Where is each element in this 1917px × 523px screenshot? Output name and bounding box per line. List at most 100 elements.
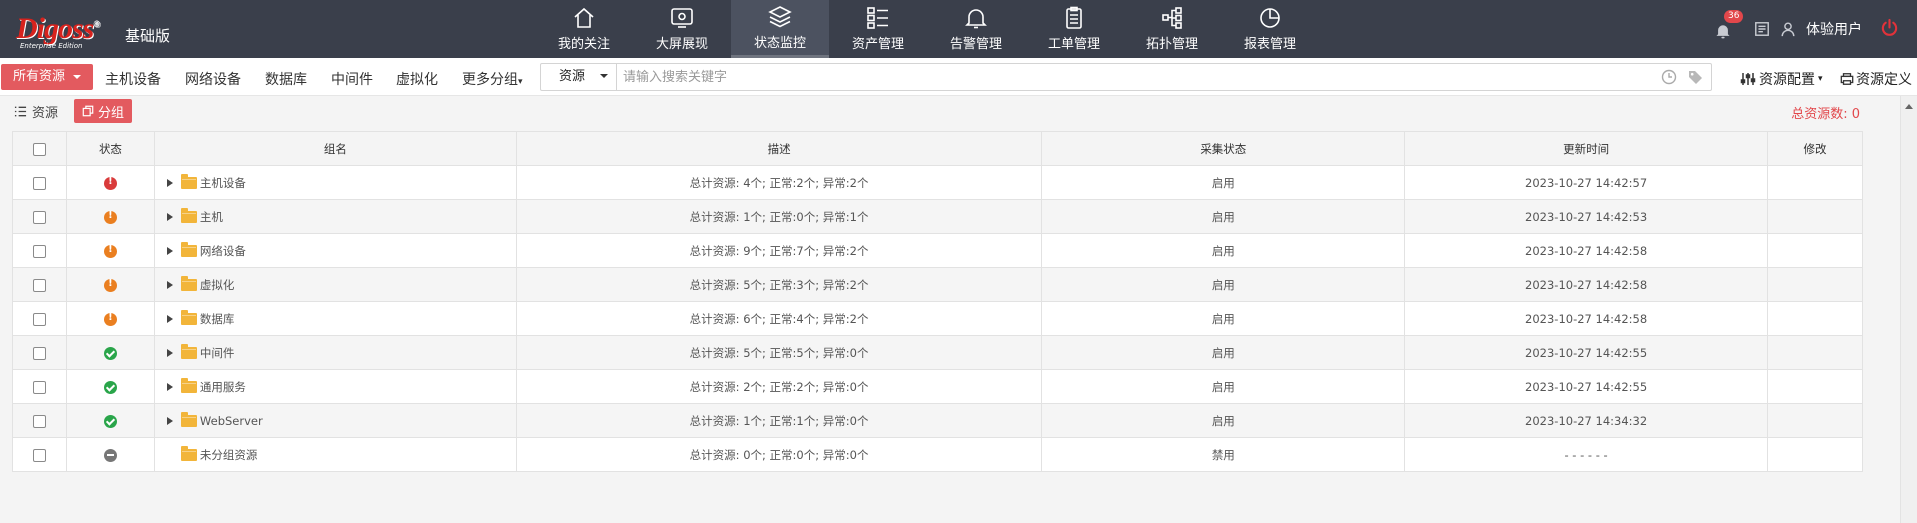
row-description: 总计资源: 1个; 正常:1个; 异常:0个 [515, 403, 1043, 438]
table-row[interactable]: 通用服务 总计资源: 2个; 正常:2个; 异常:0个 启用 2023-10-27 1… [12, 369, 1863, 404]
main-nav: 我的关注 大屏展现 状态监控 资产管理 告警管理 工单管理 拓扑管理 报表管理 [535, 0, 1319, 58]
row-checkbox[interactable] [32, 448, 46, 462]
status-err-icon [103, 176, 117, 190]
row-collect-status: 启用 [1041, 267, 1406, 302]
row-edit-cell[interactable] [1767, 267, 1863, 302]
power-icon[interactable] [1880, 18, 1899, 41]
expand-caret-icon[interactable] [166, 383, 177, 391]
layers-icon [768, 5, 792, 27]
filter-tab-virtualization[interactable]: 虚拟化 [396, 69, 438, 89]
row-description: 总计资源: 5个; 正常:3个; 异常:2个 [515, 267, 1043, 302]
row-edit-cell[interactable] [1767, 233, 1863, 268]
tag-icon[interactable] [1687, 69, 1703, 85]
row-group-name-cell[interactable]: 通用服务 [153, 369, 517, 404]
group-name[interactable]: 主机 [200, 210, 223, 224]
message-icon[interactable] [1754, 21, 1770, 37]
user-name[interactable]: 体验用户 [1806, 19, 1862, 39]
group-name[interactable]: 中间件 [200, 346, 235, 360]
row-group-name-cell[interactable]: 主机 [153, 199, 517, 234]
row-group-name-cell[interactable]: 未分组资源 [153, 437, 517, 472]
row-group-name-cell[interactable]: 中间件 [153, 335, 517, 370]
row-collect-status: 启用 [1041, 199, 1406, 234]
view-resources-toggle[interactable]: 资源 [14, 100, 58, 122]
col-group-name[interactable]: 组名 [153, 131, 517, 166]
table-row[interactable]: 未分组资源 总计资源: 0个; 正常:0个; 异常:0个 禁用 - - - - - - [12, 437, 1863, 472]
search-type-select[interactable]: 资源 [541, 64, 617, 90]
table-row[interactable]: WebServer 总计资源: 1个; 正常:1个; 异常:0个 启用 2023-10… [12, 403, 1863, 438]
filter-tab-network[interactable]: 网络设备 [185, 69, 241, 89]
clock-icon[interactable] [1661, 69, 1677, 85]
nav-big-screen[interactable]: 大屏展现 [633, 0, 731, 58]
expand-caret-icon[interactable] [166, 417, 177, 425]
expand-caret-icon[interactable] [166, 349, 177, 357]
expand-caret-icon[interactable] [166, 179, 177, 187]
row-checkbox[interactable] [32, 312, 46, 326]
table-row[interactable]: 网络设备 总计资源: 9个; 正常:7个; 异常:2个启用2023-10-27 1… [12, 233, 1863, 268]
row-checkbox[interactable] [32, 380, 46, 394]
row-group-name-cell[interactable]: 虚拟化 [153, 267, 517, 302]
folder-icon [180, 242, 197, 257]
row-checkbox[interactable] [32, 346, 46, 360]
row-group-name-cell[interactable]: 主机设备 [153, 165, 517, 200]
filter-tab-more-groups[interactable]: 更多分组▾ [462, 69, 523, 89]
resource-define-link[interactable]: 资源定义 [1840, 69, 1912, 89]
expand-caret-icon[interactable] [166, 315, 177, 323]
nav-report-management[interactable]: 报表管理 [1221, 0, 1319, 58]
nav-status-monitor[interactable]: 状态监控 [731, 0, 829, 58]
filter-tab-host[interactable]: 主机设备 [105, 69, 161, 89]
row-status-cell [65, 267, 155, 302]
row-checkbox[interactable] [32, 176, 46, 190]
expand-caret-icon[interactable] [166, 213, 177, 221]
view-groups-toggle[interactable]: 分组 [74, 99, 132, 123]
select-all-checkbox[interactable] [32, 142, 46, 156]
table-row[interactable]: 虚拟化 总计资源: 5个; 正常:3个; 异常:2个启用2023-10-27 14… [12, 267, 1863, 302]
row-edit-cell[interactable] [1767, 301, 1863, 336]
search-input[interactable] [623, 66, 1623, 88]
notification-bell[interactable]: 36 [1714, 10, 1744, 40]
row-edit-cell[interactable] [1767, 165, 1863, 200]
filter-tab-middleware[interactable]: 中间件 [331, 69, 373, 89]
table-row[interactable]: 主机 总计资源: 1个; 正常:0个; 异常:1个启用2023-10-27 14:… [12, 199, 1863, 234]
row-group-name-cell[interactable]: 数据库 [153, 301, 517, 336]
filter-tab-database[interactable]: 数据库 [265, 69, 307, 89]
col-update-time[interactable]: 更新时间 [1404, 131, 1768, 166]
group-name[interactable]: 未分组资源 [200, 448, 258, 462]
row-checkbox[interactable] [32, 210, 46, 224]
col-status[interactable]: 状态 [65, 131, 155, 166]
group-name[interactable]: 主机设备 [200, 176, 246, 190]
logo-brand: Digoss® [16, 12, 100, 45]
row-edit-cell[interactable] [1767, 199, 1863, 234]
group-name[interactable]: 网络设备 [200, 244, 246, 258]
nav-workorder-management[interactable]: 工单管理 [1025, 0, 1123, 58]
row-edit-cell[interactable] [1767, 437, 1863, 472]
all-resources-dropdown[interactable]: 所有资源 [1, 64, 93, 90]
vertical-scrollbar[interactable] [1900, 96, 1917, 523]
table-row[interactable]: 主机设备 总计资源: 4个; 正常:2个; 异常:2个启用2023-10-27 1… [12, 165, 1863, 200]
table-row[interactable]: 中间件 总计资源: 5个; 正常:5个; 异常:0个 启用 2023-10-27 14… [12, 335, 1863, 370]
row-checkbox[interactable] [32, 278, 46, 292]
col-collect-status[interactable]: 采集状态 [1041, 131, 1406, 166]
row-checkbox[interactable] [32, 414, 46, 428]
user-icon[interactable] [1780, 21, 1796, 37]
nav-alert-management[interactable]: 告警管理 [927, 0, 1025, 58]
row-group-name-cell[interactable]: WebServer [153, 403, 517, 438]
nav-asset-management[interactable]: 资产管理 [829, 0, 927, 58]
group-name[interactable]: 数据库 [200, 312, 235, 326]
row-checkbox[interactable] [32, 244, 46, 258]
row-edit-cell[interactable] [1767, 335, 1863, 370]
row-edit-cell[interactable] [1767, 403, 1863, 438]
resource-config-dropdown[interactable]: 资源配置 ▾ [1740, 69, 1823, 89]
table-row[interactable]: 数据库 总计资源: 6个; 正常:4个; 异常:2个启用2023-10-27 14… [12, 301, 1863, 336]
group-name[interactable]: 通用服务 [200, 380, 246, 394]
nav-topology-management[interactable]: 拓扑管理 [1123, 0, 1221, 58]
col-description[interactable]: 描述 [515, 131, 1043, 166]
group-name[interactable]: 虚拟化 [200, 278, 235, 292]
row-edit-cell[interactable] [1767, 369, 1863, 404]
folder-icon [180, 174, 197, 189]
nav-my-focus[interactable]: 我的关注 [535, 0, 633, 58]
expand-caret-icon[interactable] [166, 247, 177, 255]
logo[interactable]: Digoss® Enterprise Edition 基础版 [16, 12, 186, 50]
group-name[interactable]: WebServer [200, 414, 263, 428]
row-group-name-cell[interactable]: 网络设备 [153, 233, 517, 268]
expand-caret-icon[interactable] [166, 281, 177, 289]
